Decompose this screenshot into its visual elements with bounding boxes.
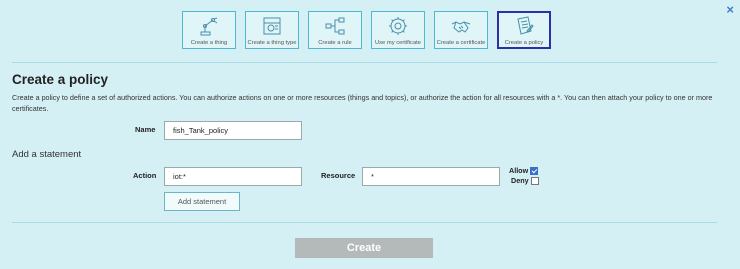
step-label: Create a thing: [190, 40, 228, 46]
allow-label: Allow: [509, 166, 529, 175]
name-label: Name: [135, 125, 156, 134]
divider: [12, 62, 717, 63]
resource-field[interactable]: [362, 167, 500, 186]
deny-row: Deny: [511, 176, 539, 185]
page-title: Create a policy: [12, 72, 109, 87]
step-create-certificate[interactable]: Create a certificate: [434, 11, 488, 49]
close-icon[interactable]: ×: [726, 3, 734, 16]
statement-title: Add a statement: [12, 149, 82, 160]
robot-arm-icon: [200, 17, 218, 36]
step-label: Create a policy: [504, 40, 544, 46]
resource-label: Resource: [321, 171, 356, 180]
allow-row: Allow: [509, 166, 539, 175]
step-create-rule[interactable]: Create a rule: [308, 11, 362, 49]
name-field[interactable]: [164, 121, 302, 140]
deny-label: Deny: [511, 176, 529, 185]
page-description: Create a policy to define a set of autho…: [12, 93, 713, 113]
divider: [12, 222, 717, 223]
document-pen-icon: [517, 16, 534, 35]
create-button[interactable]: Create: [295, 238, 433, 258]
step-use-certificate[interactable]: Use my certificate: [371, 11, 425, 49]
action-label: Action: [133, 171, 157, 180]
step-create-policy[interactable]: Create a policy: [497, 11, 551, 49]
blueprint-icon: [263, 17, 281, 35]
step-create-thing[interactable]: Create a thing: [182, 11, 236, 49]
flow-icon: [325, 17, 345, 35]
step-label: Create a certificate: [436, 40, 486, 46]
handshake-icon: [451, 21, 471, 33]
deny-checkbox[interactable]: [530, 176, 539, 185]
certificate-gear-icon: [389, 17, 407, 35]
step-label: Use my certificate: [374, 40, 422, 46]
allow-checkbox[interactable]: [530, 166, 539, 175]
wizard-steps: Create a thing Create a thing type Creat…: [182, 11, 551, 49]
step-label: Create a rule: [318, 40, 352, 46]
step-create-thing-type[interactable]: Create a thing type: [245, 11, 299, 49]
step-label: Create a thing type: [247, 40, 297, 46]
action-field[interactable]: [164, 167, 302, 186]
add-statement-button[interactable]: Add statement: [164, 192, 240, 211]
